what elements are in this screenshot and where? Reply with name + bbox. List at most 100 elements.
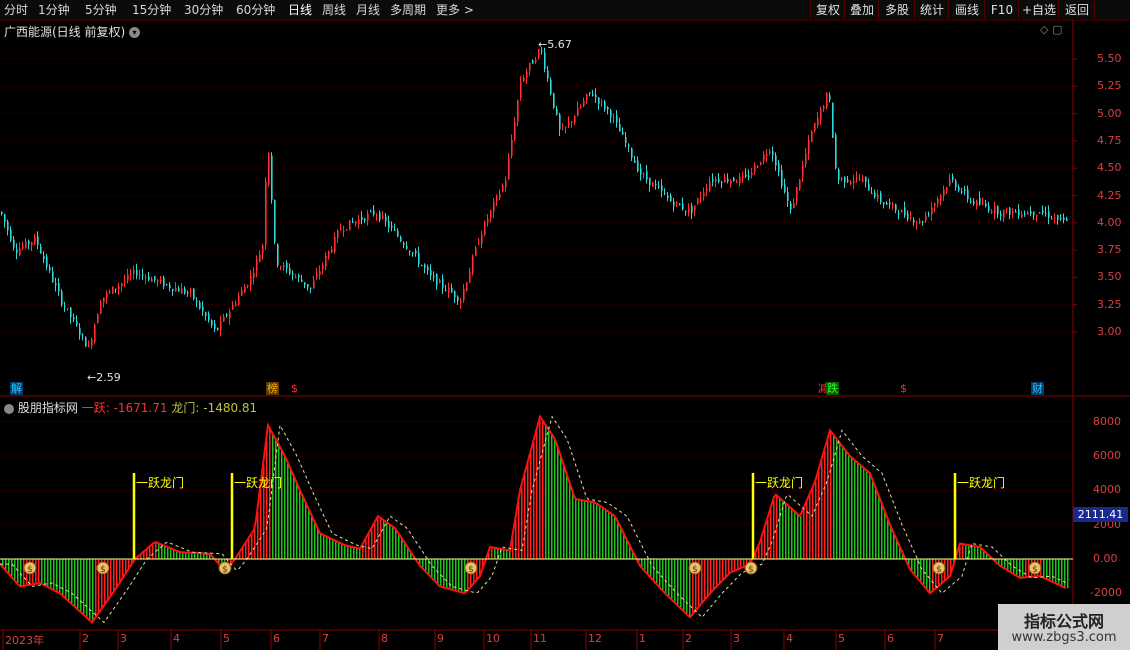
histogram-bar bbox=[353, 547, 355, 559]
histogram-bar bbox=[347, 545, 349, 559]
series1-label: 一跃 bbox=[81, 401, 106, 415]
candle-body bbox=[463, 289, 465, 301]
candle-body bbox=[265, 181, 267, 246]
histogram-bar bbox=[338, 541, 340, 559]
candle-body bbox=[979, 197, 981, 205]
current-value-badge: 2111.41 bbox=[1073, 507, 1128, 522]
histogram-bar bbox=[1061, 559, 1063, 586]
candle-body bbox=[724, 177, 726, 183]
histogram-bar bbox=[764, 529, 766, 559]
chevron-down-circle-icon[interactable]: ▾ bbox=[129, 27, 141, 38]
histogram-bar bbox=[842, 445, 844, 559]
candle-body bbox=[262, 245, 264, 254]
histogram-bar bbox=[1052, 559, 1054, 582]
candle-body bbox=[472, 256, 474, 273]
histogram-bar bbox=[686, 559, 688, 614]
candle-body bbox=[955, 180, 957, 188]
settings-circle-icon[interactable] bbox=[4, 403, 14, 414]
candle-body bbox=[163, 277, 165, 287]
histogram-bar bbox=[590, 501, 592, 559]
candle-body bbox=[1, 211, 3, 214]
event-marker-dollar[interactable]: $ bbox=[290, 382, 299, 395]
candle-body bbox=[742, 175, 744, 179]
candle-body bbox=[889, 202, 891, 205]
histogram-bar bbox=[659, 559, 661, 587]
histogram-bar bbox=[248, 538, 250, 559]
histogram-bar bbox=[806, 502, 808, 559]
candle-body bbox=[892, 204, 894, 206]
histogram-bar bbox=[167, 546, 169, 559]
candle-body bbox=[64, 306, 66, 308]
histogram-bar bbox=[866, 469, 868, 559]
histogram-bar bbox=[773, 500, 775, 559]
candle-body bbox=[544, 52, 546, 70]
histogram-bar bbox=[602, 507, 604, 559]
candle-body bbox=[676, 201, 678, 205]
candle-body bbox=[790, 203, 792, 210]
histogram-bar bbox=[671, 559, 673, 600]
candle-body bbox=[343, 230, 345, 232]
event-marker-jie[interactable]: 解 bbox=[10, 382, 23, 395]
histogram-bar bbox=[797, 513, 799, 559]
histogram-bar bbox=[302, 494, 304, 559]
candle-body bbox=[376, 214, 378, 216]
candle-body bbox=[586, 94, 588, 100]
money-bag-symbol: $ bbox=[1032, 565, 1038, 575]
candle-body bbox=[370, 211, 372, 213]
histogram-bar bbox=[815, 481, 817, 559]
candle-body bbox=[310, 287, 312, 289]
event-marker-bang[interactable]: 榜 bbox=[266, 382, 279, 395]
histogram-bar bbox=[446, 559, 448, 589]
event-marker-cai[interactable]: 财 bbox=[1031, 382, 1044, 395]
candle-body bbox=[523, 77, 525, 81]
candle-body bbox=[280, 266, 282, 268]
event-marker-dollar-2[interactable]: $ bbox=[899, 382, 908, 395]
money-bag-symbol: $ bbox=[748, 565, 754, 575]
candle-body bbox=[49, 267, 51, 271]
event-marker-die[interactable]: 跌 bbox=[826, 382, 839, 395]
candle-body bbox=[661, 185, 663, 191]
candle-body bbox=[775, 155, 777, 166]
candle-body bbox=[1051, 218, 1053, 220]
histogram-bar bbox=[530, 453, 532, 559]
histogram-bar bbox=[146, 549, 148, 559]
candle-body bbox=[532, 60, 534, 64]
candle-body bbox=[511, 139, 513, 156]
date-tick-label: 5 bbox=[223, 632, 230, 645]
histogram-bar bbox=[281, 448, 283, 559]
candle-body bbox=[970, 201, 972, 203]
candle-body bbox=[817, 117, 819, 126]
candle-body bbox=[1024, 213, 1026, 215]
histogram-bar bbox=[8, 559, 10, 574]
kline-chart-canvas[interactable]: $ $ $ $ $ $ $ $ bbox=[0, 0, 1130, 650]
histogram-bar bbox=[269, 427, 271, 559]
candle-body bbox=[814, 123, 816, 131]
panel-settings-icons[interactable]: ◇ ▢ bbox=[1040, 23, 1062, 36]
candle-body bbox=[337, 230, 339, 239]
histogram-bar bbox=[149, 546, 151, 559]
candle-body bbox=[1006, 208, 1008, 210]
candle-body bbox=[289, 268, 291, 274]
histogram-bar bbox=[1007, 559, 1009, 571]
candle-body bbox=[787, 192, 789, 201]
candle-body bbox=[490, 210, 492, 218]
candle-body bbox=[466, 282, 468, 291]
candle-body bbox=[181, 288, 183, 294]
candle-body bbox=[214, 323, 216, 329]
candle-body bbox=[385, 216, 387, 222]
candle-body bbox=[916, 222, 918, 224]
price-tick-label: 4.75 bbox=[1097, 133, 1122, 147]
candle-body bbox=[361, 216, 363, 220]
candle-body bbox=[607, 107, 609, 110]
candle-body bbox=[151, 278, 153, 282]
candle-body bbox=[691, 205, 693, 214]
histogram-bar bbox=[434, 559, 436, 581]
candle-body bbox=[973, 201, 975, 204]
histogram-bar bbox=[539, 420, 541, 559]
histogram-bar bbox=[1010, 559, 1012, 572]
candle-body bbox=[493, 202, 495, 212]
candle-body bbox=[697, 198, 699, 204]
candle-body bbox=[127, 274, 129, 281]
histogram-bar bbox=[290, 467, 292, 559]
histogram-bar bbox=[593, 502, 595, 559]
